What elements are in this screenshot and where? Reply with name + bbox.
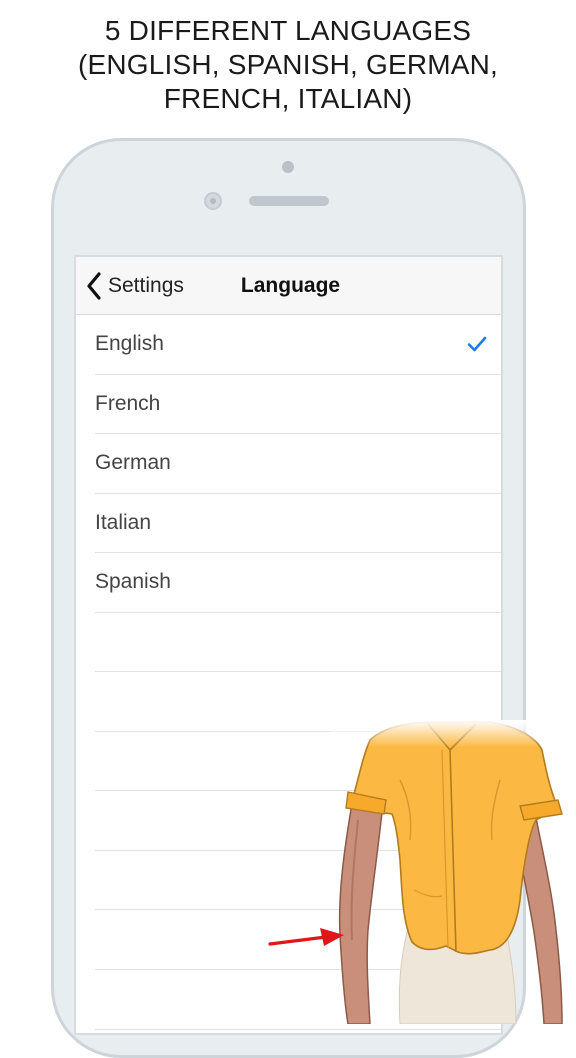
- red-arrow-icon: [268, 928, 344, 946]
- language-label: German: [95, 451, 171, 475]
- proximity-sensor: [282, 161, 294, 173]
- language-label: Italian: [95, 510, 152, 534]
- language-label: English: [95, 332, 164, 356]
- back-button[interactable]: Settings: [86, 267, 184, 305]
- chevron-left-icon: [86, 272, 102, 300]
- language-label: Spanish: [95, 570, 171, 594]
- front-camera: [204, 192, 222, 210]
- earpiece-speaker: [249, 196, 329, 206]
- navigation-bar: Settings Language: [76, 257, 501, 315]
- language-row-german[interactable]: German: [95, 434, 501, 494]
- language-label: French: [95, 391, 161, 415]
- headline-line-2: (ENGLISH, SPANISH, GERMAN,: [77, 49, 499, 80]
- promo-headline: 5 DIFFERENT LANGUAGES (ENGLISH, SPANISH,…: [0, 14, 576, 116]
- back-label: Settings: [108, 274, 184, 297]
- language-row-english[interactable]: English: [95, 315, 501, 375]
- woman-illustration: [330, 720, 576, 1024]
- empty-row: [95, 613, 501, 673]
- language-row-french[interactable]: French: [95, 375, 501, 434]
- headline-line-1: 5 DIFFERENT LANGUAGES: [104, 15, 472, 46]
- language-row-italian[interactable]: Italian: [95, 494, 501, 553]
- headline-line-3: FRENCH, ITALIAN): [163, 83, 413, 114]
- language-row-spanish[interactable]: Spanish: [95, 553, 501, 613]
- checkmark-icon: [467, 336, 487, 352]
